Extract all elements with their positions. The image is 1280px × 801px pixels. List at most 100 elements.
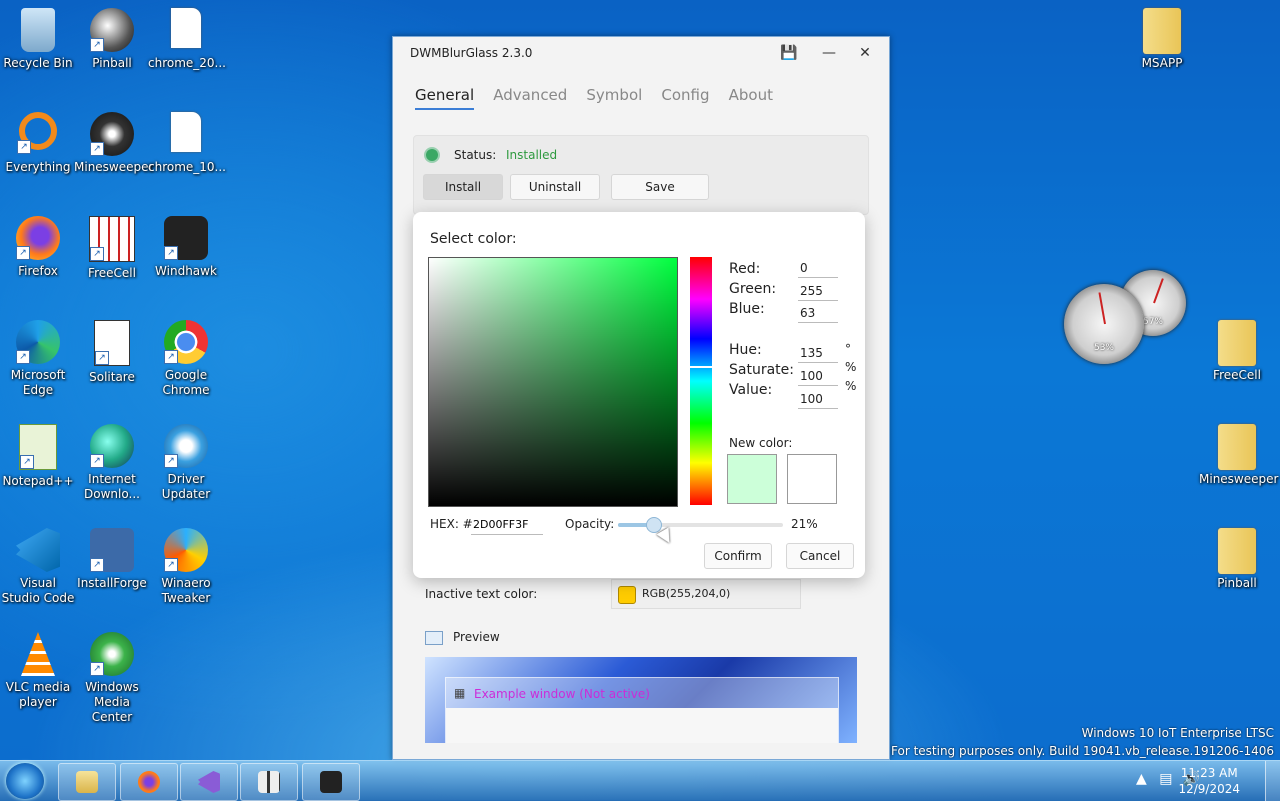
vlc-icon [21,632,55,676]
tab-symbol[interactable]: Symbol [586,86,642,108]
red-label: Red: [729,261,761,277]
hue-input[interactable] [798,344,838,363]
windows-logo-icon: ↗ [90,632,134,676]
cards-icon: ↗ [94,320,130,366]
desktop-icon-solitare[interactable]: ↗ Solitare [74,320,150,385]
folder-icon [76,771,98,793]
hue-slider[interactable] [690,257,712,505]
start-button[interactable] [6,763,44,799]
tab-general[interactable]: General [415,86,475,110]
desktop-icon-driver-updater[interactable]: ↗ Driver Updater [148,424,224,502]
taskbar-firefox[interactable] [120,763,178,801]
tab-advanced[interactable]: Advanced [493,86,567,108]
taskbar-visual-studio[interactable] [180,763,238,801]
opacity-slider-thumb[interactable] [645,517,662,533]
firefox-icon [138,771,160,793]
color-picker-dialog: Select color: Red: Green: Blue: Hue: ° S… [413,212,865,578]
saturate-input[interactable] [798,367,838,386]
close-button[interactable]: ✕ [851,41,879,65]
desktop-icon-chrome-10[interactable]: chrome_10... [148,112,226,175]
desktop-icon-pinball-folder[interactable]: Pinball [1199,528,1275,591]
hue-unit: ° [845,342,851,356]
confirm-button[interactable]: Confirm [704,543,772,569]
desktop-icon-edge[interactable]: ↗ Microsoft Edge [0,320,76,398]
opacity-label: Opacity: [565,517,615,531]
desktop-icon-media-center[interactable]: ↗ Windows Media Center [74,632,150,725]
opacity-slider[interactable] [618,517,783,533]
desktop-icon-label: Microsoft Edge [10,368,66,397]
status-label: Status: [454,148,497,162]
tab-bar: General Advanced Symbol Config About [415,85,787,110]
desktop-icon-msapp[interactable]: MSAPP [1124,8,1200,71]
desktop-icon-chrome-20[interactable]: chrome_20... [148,8,226,71]
taskbar-windhawk[interactable] [302,763,360,801]
show-desktop-button[interactable] [1265,761,1280,801]
value-input[interactable] [798,390,838,409]
globe-icon: ↗ [90,424,134,468]
desktop-icon-vscode[interactable]: Visual Studio Code [0,528,76,606]
taskbar-gift-app[interactable] [240,763,298,801]
uninstall-button[interactable]: Uninstall [510,174,600,200]
inactive-text-color-picker[interactable]: RGB(255,204,0) [611,579,801,609]
desktop-icon-label: Notepad++ [2,474,74,488]
desktop-icon-minesweeper[interactable]: ↗ Minesweeper [74,112,154,175]
hex-input[interactable] [471,514,543,535]
preview-window-title: Example window (Not active) [474,687,650,701]
cpu-gauge-gadget[interactable]: 53% [1064,284,1144,364]
desktop-icon-installforge[interactable]: ↗ InstallForge [74,528,150,591]
desktop-icon-freecell[interactable]: ↗ FreeCell [74,216,150,281]
clock[interactable]: 11:23 AM 12/9/2024 [1178,765,1240,797]
watermark-build: For testing purposes only. Build 19041.v… [891,744,1274,758]
save-button[interactable]: Save [611,174,709,200]
desktop-icon-firefox[interactable]: ↗ Firefox [0,216,76,279]
save-icon[interactable]: 💾 [775,41,803,65]
folder-icon [1215,424,1259,470]
desktop-icon-freecell-folder[interactable]: FreeCell [1199,320,1275,383]
desktop-icon-notepadpp[interactable]: ↗ Notepad++ [0,424,76,489]
desktop-icon-chrome[interactable]: ↗ Google Chrome [148,320,224,398]
desktop-icon-recycle-bin[interactable]: Recycle Bin [0,8,76,71]
windhawk-icon [320,771,342,793]
desktop-icon-idm[interactable]: ↗ Internet Downlo... [74,424,150,502]
saturation-value-area[interactable] [428,257,678,507]
chevron-up-icon[interactable]: ▲ [1136,771,1147,787]
desktop-icon-label: Visual Studio Code [1,576,75,605]
blue-label: Blue: [729,301,765,317]
gift-icon [258,771,280,793]
cancel-button[interactable]: Cancel [786,543,854,569]
desktop-icon-label: Driver Updater [161,472,211,501]
color-value: RGB(255,204,0) [642,587,731,600]
blue-input[interactable] [798,304,838,323]
install-button[interactable]: Install [423,174,503,200]
taskbar-explorer[interactable] [58,763,116,801]
title-bar[interactable]: DWMBlurGlass 2.3.0 💾 — ✕ [393,37,889,71]
file-icon [164,112,208,156]
desktop-icon-label: Everything [5,160,71,174]
inactive-text-color-label: Inactive text color: [425,587,538,601]
tab-config[interactable]: Config [661,86,709,108]
window-title: DWMBlurGlass 2.3.0 [410,46,533,60]
status-value: Installed [506,148,558,162]
file-icon [164,8,208,52]
saturate-label: Saturate: [729,362,794,378]
old-color-swatch [787,454,837,504]
chrome-icon: ↗ [164,320,208,364]
gauge-needle [1153,277,1164,304]
recycle-bin-icon [21,8,55,52]
network-icon[interactable]: ▤ [1159,771,1172,787]
desktop-icon-vlc[interactable]: VLC media player [0,632,76,710]
gauge-value: 53% [1093,342,1114,353]
clock-date: 12/9/2024 [1178,782,1240,796]
red-input[interactable] [798,259,838,278]
desktop-icon-winaero[interactable]: ↗ Winaero Tweaker [148,528,224,606]
desktop-icon-everything[interactable]: ↗ Everything [0,112,76,175]
preview-window: ▦ Example window (Not active) [445,677,839,743]
desktop-icon-label: Minesweeper [74,160,154,174]
minimize-button[interactable]: — [815,41,843,65]
desktop-icon-pinball[interactable]: ↗ Pinball [74,8,150,71]
tab-about[interactable]: About [729,86,773,108]
green-input[interactable] [798,282,838,301]
desktop-icon-minesweeper-folder[interactable]: Minesweeper [1199,424,1278,487]
desktop-icon-windhawk[interactable]: ↗ Windhawk [148,216,224,279]
clock-time: 11:23 AM [1180,766,1238,780]
